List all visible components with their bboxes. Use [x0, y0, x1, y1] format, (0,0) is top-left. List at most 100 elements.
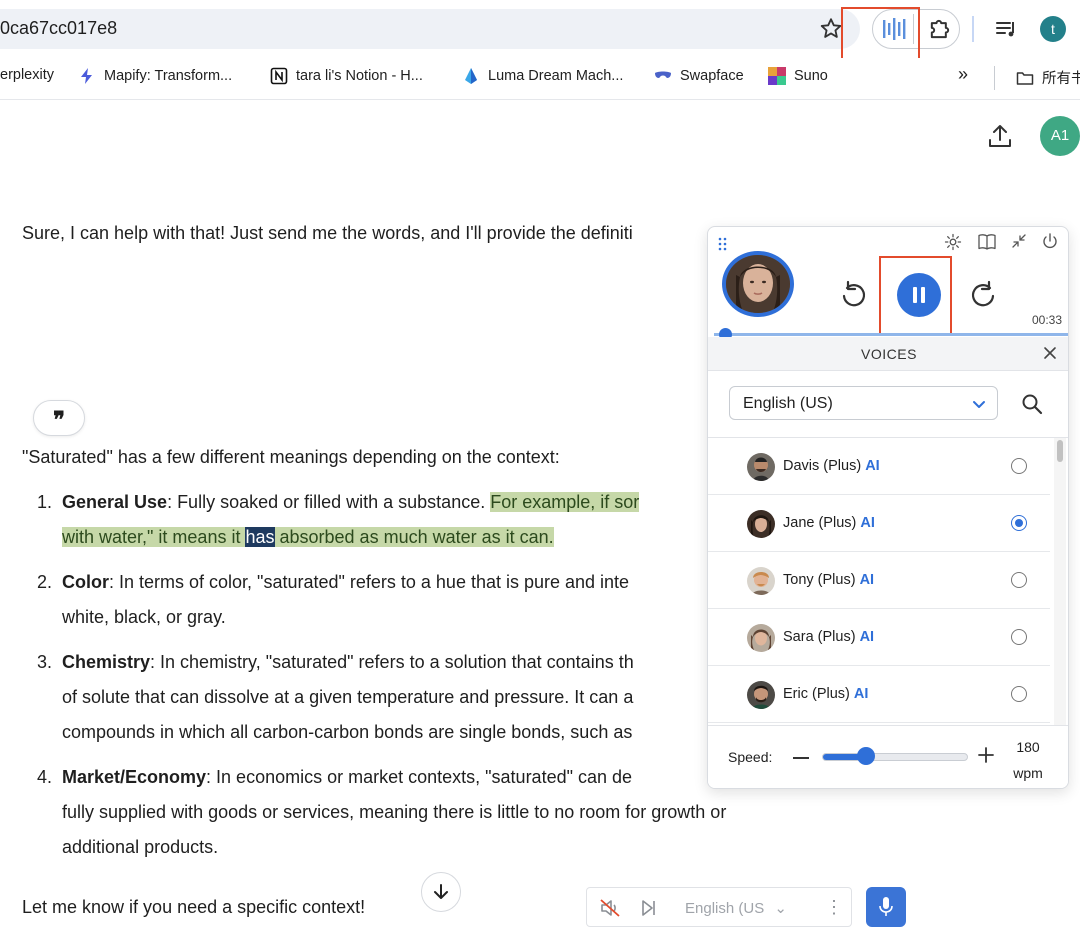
- speed-slider-knob[interactable]: [857, 747, 875, 765]
- speed-unit: wpm: [1013, 765, 1043, 781]
- lightning-icon: [81, 68, 92, 84]
- voice-radio-selected[interactable]: [1011, 515, 1027, 531]
- player-header: 00:33: [708, 227, 1068, 337]
- share-upload-icon[interactable]: [986, 122, 1014, 150]
- voice-radio[interactable]: [1011, 458, 1027, 474]
- voice-avatar-portrait: [722, 251, 794, 317]
- ai-badge: AI: [859, 572, 875, 588]
- quote-button[interactable]: ❞: [33, 400, 85, 436]
- extensions-puzzle-icon[interactable]: [926, 15, 954, 43]
- bookmark-mapify[interactable]: Mapify: Transform...: [78, 67, 232, 85]
- list-text: : In terms of color, "saturated" refers …: [109, 572, 630, 592]
- media-queue-icon[interactable]: [994, 17, 1018, 41]
- voice-row[interactable]: Tony (Plus) AI: [708, 552, 1050, 609]
- voice-name: Jane (Plus) AI: [783, 515, 875, 531]
- list-item: 3. Chemistry: In chemistry, "saturated" r…: [22, 645, 634, 680]
- bookmark-luma[interactable]: Luma Dream Mach...: [462, 67, 623, 85]
- folder-label: 所有书: [1042, 71, 1080, 87]
- ai-badge: AI: [865, 458, 880, 474]
- list-item: 2. Color: In terms of color, "saturated" …: [22, 565, 629, 600]
- voice-radio[interactable]: [1011, 686, 1027, 702]
- voice-name-label: Eric (Plus): [783, 686, 850, 702]
- list-item-continuation: of solute that can dissolve at a given t…: [62, 687, 634, 707]
- bookmark-label: erplexity: [0, 67, 54, 83]
- folder-icon: [1016, 71, 1034, 85]
- bookmark-swapface[interactable]: Swapface: [654, 67, 744, 85]
- voice-row[interactable]: Jane (Plus) AI: [708, 495, 1050, 552]
- increase-speed-button[interactable]: [977, 746, 995, 764]
- url-text[interactable]: 0ca67cc017e8: [0, 18, 117, 39]
- drag-handle-icon[interactable]: [718, 237, 728, 251]
- list-number: 2.: [36, 572, 52, 592]
- bookmarks-bar: erplexity Mapify: Transform... tara li's…: [0, 58, 1080, 100]
- list-number: 4.: [36, 767, 52, 787]
- bookmark-suno[interactable]: Suno: [768, 67, 828, 85]
- all-bookmarks-folder[interactable]: 所有书: [1016, 67, 1080, 88]
- voice-row[interactable]: Eric (Plus) AI: [708, 666, 1050, 723]
- close-icon[interactable]: [1040, 343, 1060, 363]
- voice-radio[interactable]: [1011, 629, 1027, 645]
- speed-number: 180: [1016, 739, 1040, 755]
- voice-row[interactable]: Davis (Plus) AI: [708, 438, 1050, 495]
- bookmark-perplexity[interactable]: erplexity: [0, 67, 54, 83]
- suno-icon: [768, 67, 786, 85]
- address-bar[interactable]: [0, 9, 860, 49]
- voices-header: VOICES: [708, 337, 1068, 371]
- user-avatar[interactable]: A1: [1040, 116, 1080, 156]
- arrow-down-icon: [434, 884, 448, 899]
- microphone-icon: [879, 897, 893, 916]
- language-select[interactable]: English (US): [729, 386, 998, 420]
- lead-paragraph: "Saturated" has a few different meanings…: [22, 447, 560, 467]
- mini-voice-toolbar: English (US ⌄ ⋮: [586, 887, 852, 927]
- speed-label: Speed:: [728, 749, 773, 765]
- voice-list-scrollbar[interactable]: [1054, 438, 1066, 725]
- bookmark-notion[interactable]: tara li's Notion - H...: [270, 67, 423, 85]
- highlighted-text: absorbed as much water as it can.: [274, 527, 554, 547]
- playback-progress-bar[interactable]: [714, 333, 1068, 336]
- voice-row[interactable]: Sara (Plus) AI: [708, 609, 1050, 666]
- profile-avatar[interactable]: t: [1040, 16, 1066, 42]
- speed-slider[interactable]: [822, 753, 968, 761]
- skip-next-icon[interactable]: [641, 899, 657, 917]
- intro-paragraph: Sure, I can help with that! Just send me…: [22, 223, 633, 243]
- voice-avatar: [747, 510, 775, 538]
- muted-speaker-icon[interactable]: [599, 898, 621, 918]
- collapse-icon[interactable]: [1011, 233, 1027, 249]
- highlighted-text: For example, if sor: [490, 492, 640, 512]
- scroll-down-button[interactable]: [421, 872, 461, 912]
- list-item-continuation: fully supplied with goods or services, m…: [62, 802, 727, 822]
- list-term: Chemistry: [62, 652, 151, 672]
- list-term: General Use: [62, 492, 168, 512]
- list-term: Color: [62, 572, 109, 592]
- fast-forward-icon[interactable]: [969, 279, 999, 311]
- voice-radio[interactable]: [1011, 572, 1027, 588]
- mini-language-label: English (US: [685, 900, 765, 917]
- notion-icon: [270, 67, 288, 85]
- mini-language-select[interactable]: English (US ⌄: [685, 899, 787, 917]
- chevron-down-icon: ⌄: [774, 900, 787, 917]
- decrease-speed-button[interactable]: [793, 757, 809, 759]
- voice-name-label: Jane (Plus): [783, 515, 857, 531]
- highlighted-text: with water," it means it: [62, 527, 246, 547]
- bookmarks-overflow-button[interactable]: »: [958, 64, 968, 85]
- scrollbar-thumb[interactable]: [1057, 440, 1063, 462]
- more-options-icon[interactable]: ⋮: [825, 897, 843, 918]
- settings-gear-icon[interactable]: [944, 233, 962, 251]
- list-item-continuation: compounds in which all carbon-carbon bon…: [62, 722, 633, 742]
- chevron-down-icon: [973, 401, 985, 408]
- power-icon[interactable]: [1041, 232, 1059, 250]
- luma-icon: [465, 68, 477, 84]
- search-icon[interactable]: [1020, 392, 1044, 416]
- annotation-highlight-box: [879, 256, 952, 336]
- voice-name: Tony (Plus) AI: [783, 572, 874, 588]
- voice-avatar: [747, 624, 775, 652]
- voice-name: Davis (Plus) AI: [783, 458, 880, 474]
- bookmark-label: Suno: [794, 68, 828, 84]
- voice-name-label: Tony (Plus): [783, 572, 856, 588]
- rewind-icon[interactable]: [838, 279, 868, 311]
- microphone-button[interactable]: [866, 887, 906, 927]
- book-icon[interactable]: [977, 233, 997, 251]
- bookmark-label: tara li's Notion - H...: [296, 68, 423, 84]
- voice-name: Eric (Plus) AI: [783, 686, 868, 702]
- voice-name-label: Sara (Plus): [783, 629, 856, 645]
